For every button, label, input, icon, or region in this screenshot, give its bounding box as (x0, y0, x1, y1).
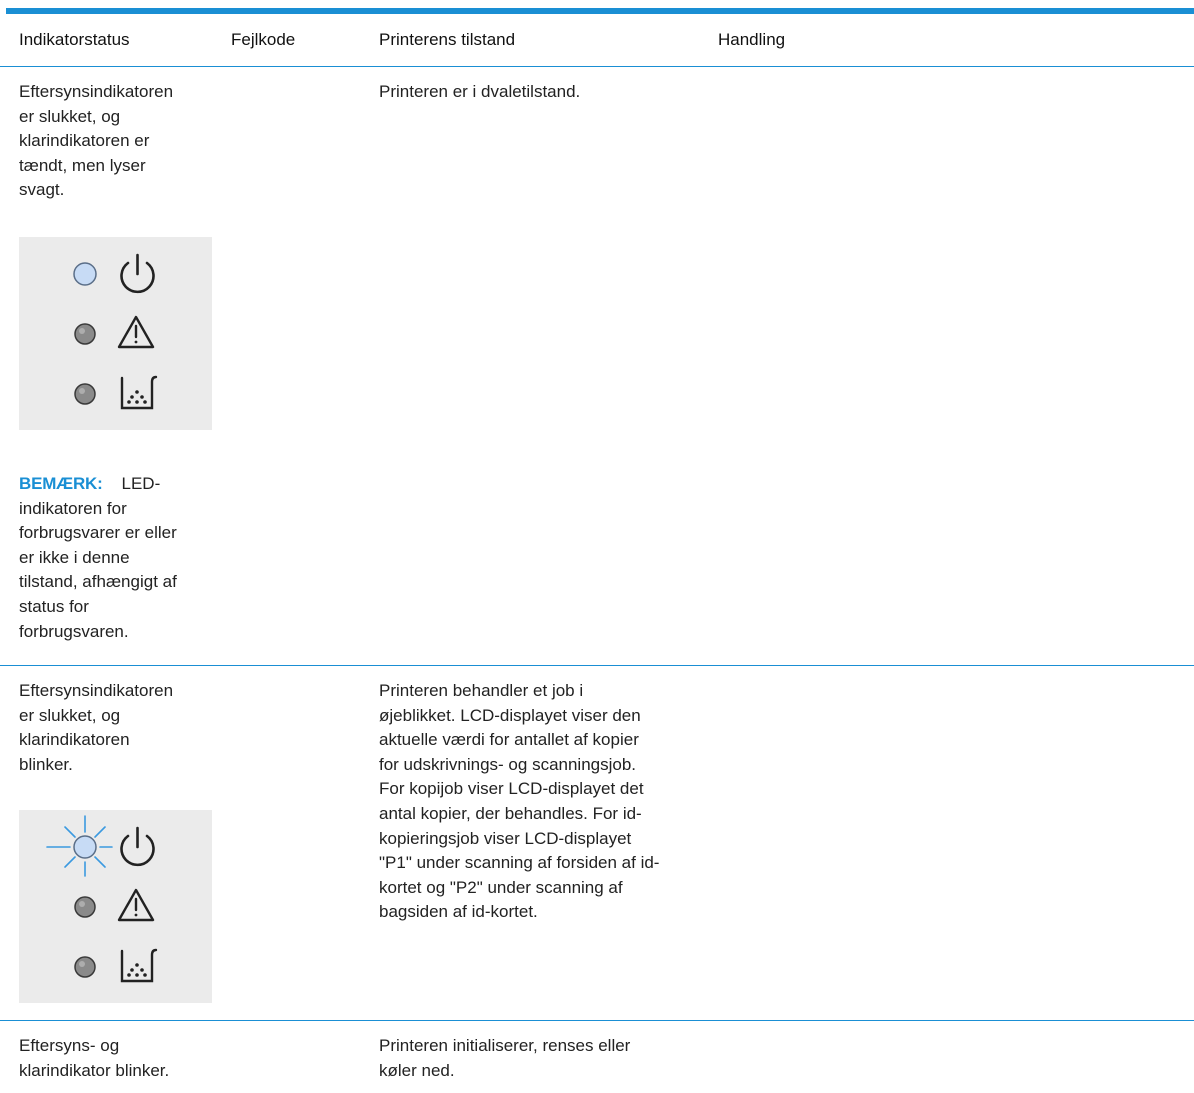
attention-led-off (74, 323, 96, 345)
header-printer-state: Printerens tilstand (379, 30, 516, 49)
warning-icon (117, 888, 155, 922)
supplies-led-off (74, 383, 96, 405)
toner-icon (120, 375, 158, 410)
note-text: LED- (121, 474, 161, 493)
table-row: Eftersynsindikatoren er slukket, og klar… (0, 666, 1194, 1021)
indicator-status-text: Eftersynsindikatoren er slukket, og klar… (19, 82, 174, 200)
printer-state-text: Printeren behandler et job i øjeblikket.… (379, 681, 660, 922)
control-panel-illustration (19, 237, 212, 430)
table-row: Eftersyns- og klarindikator blinker. Pri… (0, 1021, 1194, 1093)
toner-icon (120, 948, 158, 983)
indicator-status-text: Eftersyns- og klarindikator blinker. (19, 1036, 170, 1080)
table-row: Eftersynsindikatoren er slukket, og klar… (0, 67, 1194, 666)
table-header: Indikatorstatus Fejlkode Printerens tils… (0, 14, 1194, 67)
supplies-led-off (74, 956, 96, 978)
header-error-code: Fejlkode (231, 30, 296, 49)
printer-state-text: Printeren er i dvaletilstand. (379, 82, 581, 101)
attention-led-off (74, 896, 96, 918)
note-label: BEMÆRK: (19, 474, 103, 493)
printer-state-text: Printeren initialiserer, renses eller kø… (379, 1036, 631, 1080)
power-icon (120, 253, 155, 294)
note: BEMÆRK: LED- indikatoren for forbrugsvar… (19, 472, 214, 644)
ready-led-blinking (46, 815, 113, 877)
power-icon (120, 826, 155, 867)
note-text-cont: indikatoren for forbrugsvarer er eller e… (19, 498, 177, 641)
header-action: Handling (718, 30, 786, 49)
warning-icon (117, 315, 155, 349)
ready-led-dim (73, 262, 97, 286)
indicator-status-text: Eftersynsindikatoren er slukket, og klar… (19, 681, 174, 774)
control-panel-illustration (19, 810, 212, 1003)
header-indicator-status: Indikatorstatus (19, 30, 130, 49)
